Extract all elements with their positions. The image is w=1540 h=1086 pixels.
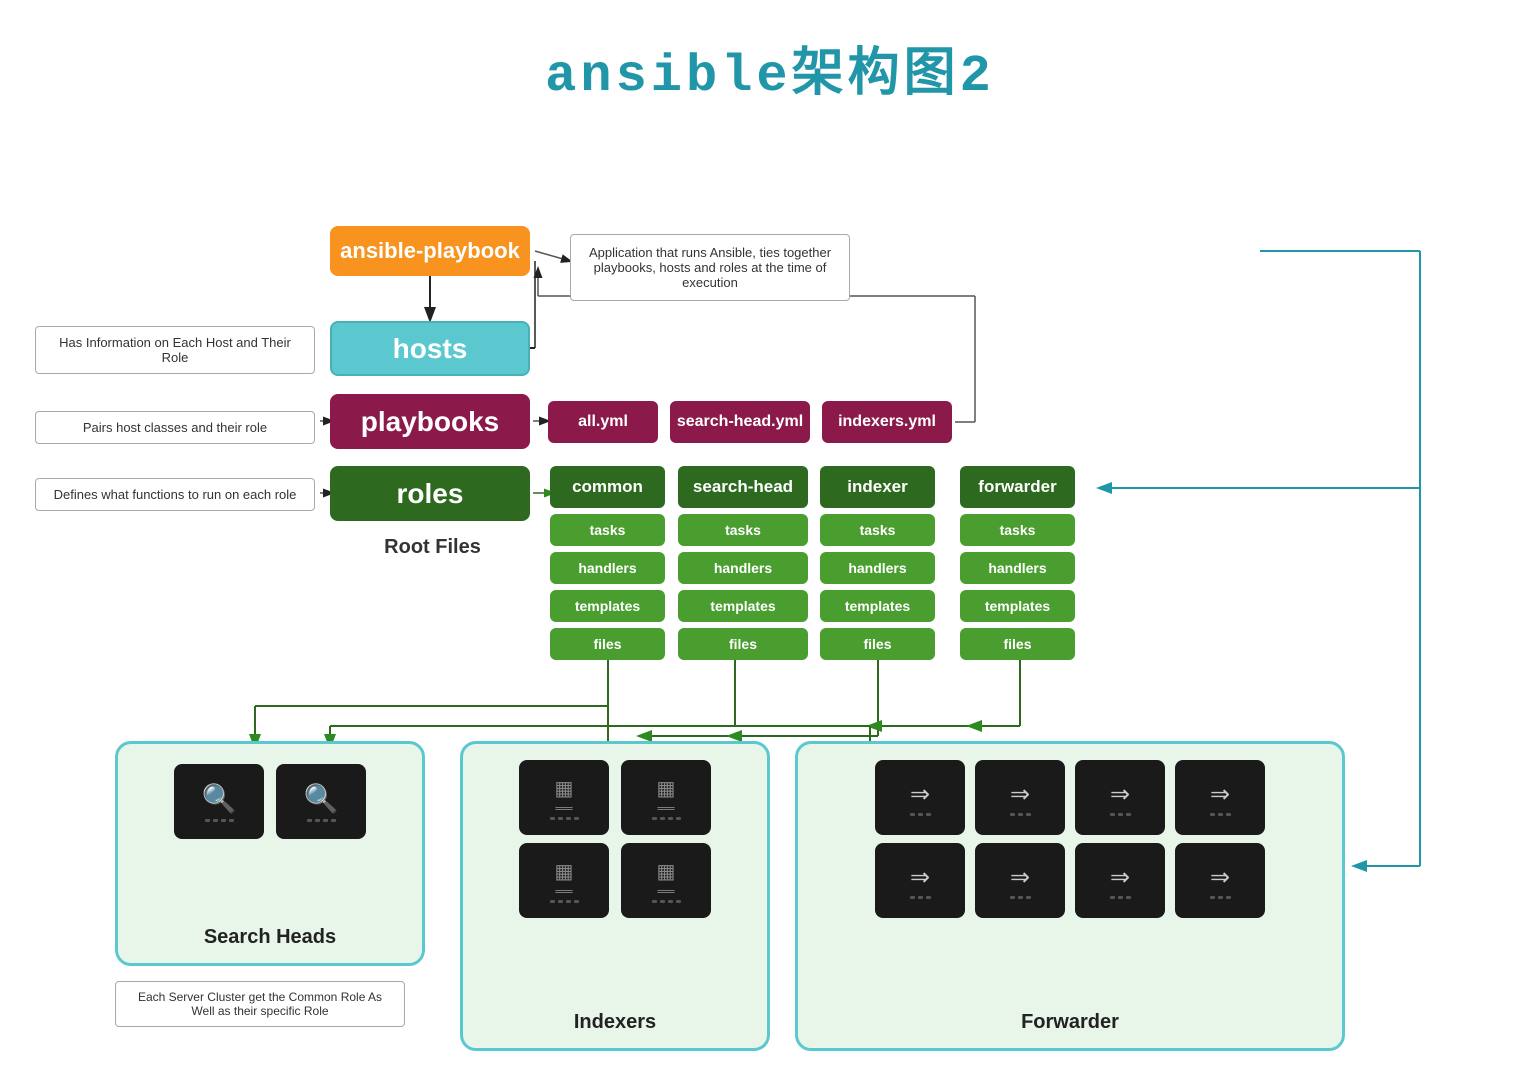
sh-files: files (678, 628, 808, 660)
idx-templates: templates (820, 590, 935, 622)
forwarder-server-3: ⇒ (1075, 760, 1165, 835)
fwd-files: files (960, 628, 1075, 660)
indexer-server-3: ▦ ══ (519, 843, 609, 918)
fwd-handlers: handlers (960, 552, 1075, 584)
forwarder-server-2: ⇒ (975, 760, 1065, 835)
common-header: common (550, 466, 665, 508)
indexer-server-4: ▦ ══ (621, 843, 711, 918)
roles-label: roles (397, 478, 464, 510)
indexers-title: Indexers (463, 1011, 767, 1034)
common-handlers: handlers (550, 552, 665, 584)
forwarder-server-1: ⇒ (875, 760, 965, 835)
search-head-server-1: 🔍 (174, 764, 264, 839)
forwarder-server-7: ⇒ (1075, 843, 1165, 918)
sh-tasks: tasks (678, 514, 808, 546)
sh-handlers: handlers (678, 552, 808, 584)
desc-roles: Defines what functions to run on each ro… (35, 478, 315, 511)
search-head-header: search-head (678, 466, 808, 508)
fwd-tasks: tasks (960, 514, 1075, 546)
indexer-server-1: ▦ ══ (519, 760, 609, 835)
forwarder-server-8: ⇒ (1175, 843, 1265, 918)
idx-handlers: handlers (820, 552, 935, 584)
common-tasks: tasks (550, 514, 665, 546)
ap-description: Application that runs Ansible, ties toge… (570, 234, 850, 301)
idx-tasks: tasks (820, 514, 935, 546)
search-heads-title: Search Heads (118, 926, 422, 949)
forwarder-server-4: ⇒ (1175, 760, 1265, 835)
search-heads-cluster: 🔍 🔍 Search Heads (115, 741, 425, 966)
desc-hosts: Has Information on Each Host and Their R… (35, 326, 315, 374)
ansible-playbook-box: ansible-playbook (330, 226, 530, 276)
idx-files: files (820, 628, 935, 660)
forwarder-title: Forwarder (798, 1011, 1342, 1034)
fwd-templates: templates (960, 590, 1075, 622)
forwarder-server-5: ⇒ (875, 843, 965, 918)
sh-templates: templates (678, 590, 808, 622)
common-role-col: common tasks handlers templates files (550, 466, 665, 660)
bottom-description: Each Server Cluster get the Common Role … (115, 981, 405, 1027)
indexer-role-col: indexer tasks handlers templates files (820, 466, 935, 660)
roles-box: roles (330, 466, 530, 521)
search-head-server-2: 🔍 (276, 764, 366, 839)
indexers-yml-box: indexers.yml (822, 401, 952, 443)
search-head-role-col: search-head tasks handlers templates fil… (678, 466, 808, 660)
hosts-box: hosts (330, 321, 530, 376)
forwarder-cluster: ⇒ ⇒ ⇒ (795, 741, 1345, 1051)
search-head-yml-box: search-head.yml (670, 401, 810, 443)
playbooks-box: playbooks (330, 394, 530, 449)
indexer-server-2: ▦ ══ (621, 760, 711, 835)
indexers-cluster: ▦ ══ ▦ ══ (460, 741, 770, 1051)
hosts-label: hosts (393, 333, 468, 365)
forwarder-role-col: forwarder tasks handlers templates files (960, 466, 1075, 660)
forwarder-header: forwarder (960, 466, 1075, 508)
playbooks-label: playbooks (361, 406, 499, 438)
common-templates: templates (550, 590, 665, 622)
forwarder-server-6: ⇒ (975, 843, 1065, 918)
root-files-label: Root Files (355, 536, 510, 559)
indexer-header: indexer (820, 466, 935, 508)
common-files: files (550, 628, 665, 660)
ansible-playbook-label: ansible-playbook (340, 238, 520, 264)
desc-playbooks: Pairs host classes and their role (35, 411, 315, 444)
all-yml-box: all.yml (548, 401, 658, 443)
page-title: ansible架构图2 (0, 0, 1540, 126)
